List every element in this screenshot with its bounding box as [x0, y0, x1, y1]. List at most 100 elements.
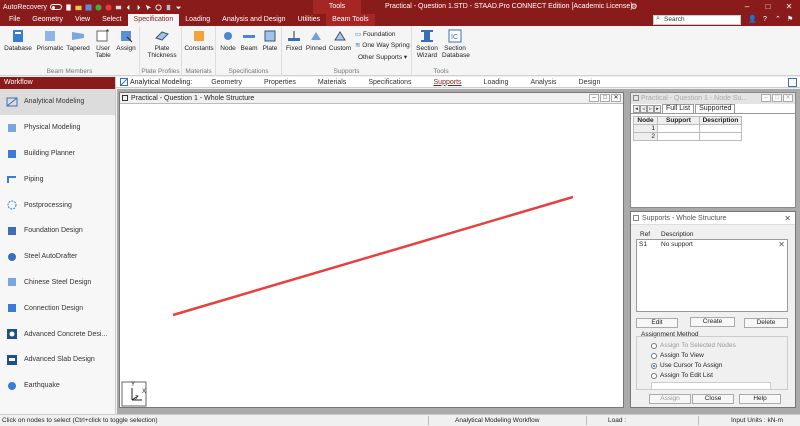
user-table-button[interactable]: * User Table [92, 28, 114, 59]
table-maximize-button[interactable]: □ [772, 94, 782, 102]
help-button[interactable]: Help [739, 394, 781, 404]
help-icon[interactable]: ? [763, 14, 767, 26]
page-materials[interactable]: Materials [307, 77, 357, 88]
ribbon-collapse-icon[interactable]: ⌃ [775, 14, 781, 26]
delete-button[interactable]: Delete [744, 318, 788, 328]
run-analysis-icon[interactable] [95, 3, 102, 11]
minimize-button[interactable]: – [740, 0, 754, 14]
gear-icon[interactable]: ⚙ [627, 0, 641, 14]
select-icon[interactable] [145, 4, 152, 11]
page-panel-toggle-icon[interactable] [788, 78, 797, 87]
tapered-button[interactable]: Tapered [66, 28, 90, 52]
supports-dialog-close-icon[interactable]: ✕ [784, 212, 791, 225]
close-button[interactable]: ✕ [782, 0, 796, 14]
sidebar-item-postprocessing[interactable]: Postprocessing [0, 192, 115, 218]
pinned-support-button[interactable]: Pinned [305, 28, 327, 52]
database-button[interactable]: Database [4, 28, 32, 52]
assign-button[interactable]: Assign [649, 394, 691, 404]
tool-icon[interactable] [165, 4, 172, 11]
other-supports-dropdown[interactable]: Other Supports ▾ [358, 53, 407, 62]
table-minimize-button[interactable]: – [761, 94, 771, 102]
tab-view[interactable]: View [69, 14, 96, 26]
page-properties[interactable]: Properties [253, 77, 307, 88]
next-tab-icon[interactable]: ▹ [647, 105, 654, 113]
sidebar-item-chinese-steel-design[interactable]: Chinese Steel Design [0, 270, 115, 296]
search-input[interactable]: Search [653, 15, 741, 25]
node-support-table-window[interactable]: Practical - Question 1 - Node Su... – □ … [630, 92, 796, 208]
foundation-button[interactable]: ▭ Foundation [355, 30, 396, 39]
page-analysis[interactable]: Analysis [519, 77, 567, 88]
redo-icon[interactable] [135, 4, 142, 11]
tab-analysis-and-design[interactable]: Analysis and Design [216, 14, 291, 26]
undo-icon[interactable] [125, 4, 132, 11]
custom-support-button[interactable]: Custom [328, 28, 352, 52]
sidebar-item-physical-modeling[interactable]: Physical Modeling [0, 115, 115, 141]
sidebar-item-advanced-slab-design[interactable]: Advanced Slab Design [0, 347, 115, 373]
fixed-support-button[interactable]: Fixed [284, 28, 304, 52]
model-canvas[interactable] [120, 104, 623, 407]
tab-full-list[interactable]: Full List [662, 104, 695, 113]
sidebar-item-building-planner[interactable]: Building Planner [0, 141, 115, 167]
view-close-button[interactable]: ✕ [611, 94, 621, 102]
prismatic-button[interactable]: Prismatic [36, 28, 64, 52]
tab-supported[interactable]: Supported [695, 104, 736, 113]
edit-list-input[interactable] [651, 382, 771, 390]
assign-button[interactable]: Assign [115, 28, 137, 52]
notifications-icon[interactable]: ⚑ [787, 14, 793, 26]
one-way-spring-button[interactable]: ≋ One Way Spring [355, 41, 410, 50]
edit-button[interactable]: Edit [636, 318, 678, 328]
tab-beam-tools[interactable]: Beam Tools [326, 14, 375, 26]
constants-button[interactable]: Constants [184, 28, 214, 52]
sidebar-item-analytical-modeling[interactable]: Analytical Modeling [0, 89, 115, 115]
maximize-button[interactable]: □ [761, 0, 775, 14]
sidebar-item-foundation-design[interactable]: Foundation Design [0, 218, 115, 244]
tab-file[interactable]: File [3, 14, 26, 26]
table-row[interactable]: 1 [633, 124, 742, 133]
beam-spec-button[interactable]: Beam [239, 28, 259, 52]
page-specifications[interactable]: Specifications [357, 77, 422, 88]
tab-select[interactable]: Select [96, 14, 127, 26]
page-loading[interactable]: Loading [473, 77, 520, 88]
radio-use-cursor-to-assign[interactable]: Use Cursor To Assign [651, 362, 722, 369]
rotate-icon[interactable] [155, 3, 162, 11]
table-row[interactable]: 2 [633, 132, 742, 141]
open-folder-icon[interactable] [75, 4, 82, 11]
radio-assign-to-edit-list[interactable]: Assign To Edit List [651, 372, 713, 379]
new-file-icon[interactable] [65, 3, 72, 11]
sidebar-item-steel-autodrafter[interactable]: Steel AutoDrafter [0, 244, 115, 270]
section-database-button[interactable]: IC Section Database [442, 28, 470, 59]
view-maximize-button[interactable]: □ [600, 94, 610, 102]
user-icon[interactable]: 👤 [748, 14, 757, 26]
view-minimize-button[interactable]: – [589, 94, 599, 102]
stop-icon[interactable] [105, 3, 112, 11]
support-desc[interactable]: No support [661, 241, 693, 248]
supports-list[interactable]: S1 No support ✕ [636, 239, 788, 312]
remove-support-icon[interactable]: ✕ [778, 240, 785, 249]
tab-geometry[interactable]: Geometry [26, 14, 69, 26]
close-dialog-button[interactable]: Close [692, 394, 734, 404]
section-wizard-button[interactable]: Section Wizard [414, 28, 440, 59]
autorecovery-toggle[interactable] [49, 4, 62, 10]
table-close-button[interactable]: ✕ [783, 94, 793, 102]
save-icon[interactable] [85, 3, 92, 11]
dropdown-icon[interactable] [175, 4, 182, 11]
structure-view-window[interactable]: Practical - Question 1 - Whole Structure… [119, 92, 624, 408]
prev-tab-icon[interactable]: ◃ [640, 105, 647, 113]
support-ref[interactable]: S1 [639, 241, 647, 248]
node-spec-button[interactable]: Node [218, 28, 238, 52]
first-tab-icon[interactable]: ◂ [633, 105, 640, 113]
page-design[interactable]: Design [568, 77, 612, 88]
page-geometry[interactable]: Geometry [200, 77, 253, 88]
radio-assign-to-view[interactable]: Assign To View [651, 352, 704, 359]
tab-utilities[interactable]: Utilities [292, 14, 327, 26]
sidebar-item-connection-design[interactable]: Connection Design [0, 295, 115, 321]
sidebar-item-earthquake[interactable]: Earthquake [0, 373, 115, 399]
sidebar-item-piping[interactable]: Piping [0, 166, 115, 192]
create-button[interactable]: Create [690, 317, 735, 327]
plate-thickness-button[interactable]: Plate Thickness [144, 28, 180, 59]
plate-spec-button[interactable]: Plate [260, 28, 280, 52]
last-tab-icon[interactable]: ▸ [654, 105, 661, 113]
tab-specification[interactable]: Specification [127, 14, 180, 26]
beam-member-line[interactable] [172, 195, 574, 317]
tab-loading[interactable]: Loading [179, 14, 216, 26]
